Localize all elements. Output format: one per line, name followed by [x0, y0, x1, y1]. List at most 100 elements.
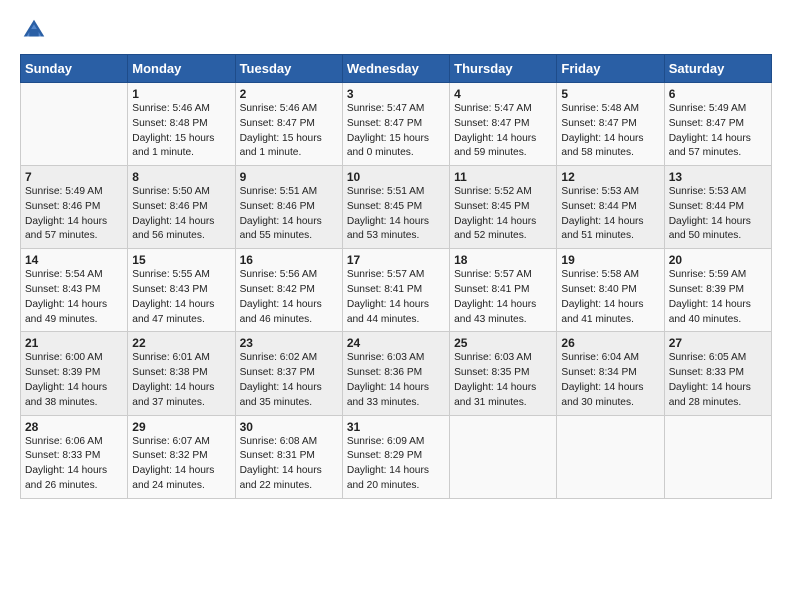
day-number: 16 — [240, 253, 338, 267]
daylight-line1: Daylight: 14 hours — [669, 215, 767, 230]
calendar-cell: 1Sunrise: 5:46 AMSunset: 8:48 PMDaylight… — [128, 83, 235, 166]
sunrise-text: Sunrise: 5:54 AM — [25, 268, 123, 283]
day-number: 3 — [347, 87, 445, 101]
daylight-line2: and 33 minutes. — [347, 396, 445, 411]
day-info: Sunrise: 5:50 AMSunset: 8:46 PMDaylight:… — [132, 185, 230, 244]
daylight-line2: and 26 minutes. — [25, 479, 123, 494]
sunset-text: Sunset: 8:41 PM — [347, 283, 445, 298]
daylight-line2: and 51 minutes. — [561, 229, 659, 244]
calendar-cell — [664, 415, 771, 498]
calendar-cell: 30Sunrise: 6:08 AMSunset: 8:31 PMDayligh… — [235, 415, 342, 498]
daylight-line2: and 20 minutes. — [347, 479, 445, 494]
daylight-line2: and 35 minutes. — [240, 396, 338, 411]
day-info: Sunrise: 5:51 AMSunset: 8:46 PMDaylight:… — [240, 185, 338, 244]
calendar-cell: 12Sunrise: 5:53 AMSunset: 8:44 PMDayligh… — [557, 166, 664, 249]
day-info: Sunrise: 5:56 AMSunset: 8:42 PMDaylight:… — [240, 268, 338, 327]
day-info: Sunrise: 5:47 AMSunset: 8:47 PMDaylight:… — [454, 102, 552, 161]
page-container: SundayMondayTuesdayWednesdayThursdayFrid… — [0, 0, 792, 509]
daylight-line1: Daylight: 15 hours — [347, 132, 445, 147]
daylight-line1: Daylight: 14 hours — [561, 132, 659, 147]
day-info: Sunrise: 5:54 AMSunset: 8:43 PMDaylight:… — [25, 268, 123, 327]
sunset-text: Sunset: 8:41 PM — [454, 283, 552, 298]
daylight-line1: Daylight: 14 hours — [347, 298, 445, 313]
col-header-sunday: Sunday — [21, 55, 128, 83]
calendar-cell: 5Sunrise: 5:48 AMSunset: 8:47 PMDaylight… — [557, 83, 664, 166]
sunset-text: Sunset: 8:33 PM — [25, 449, 123, 464]
day-info: Sunrise: 6:03 AMSunset: 8:35 PMDaylight:… — [454, 351, 552, 410]
daylight-line1: Daylight: 14 hours — [132, 464, 230, 479]
day-info: Sunrise: 6:09 AMSunset: 8:29 PMDaylight:… — [347, 435, 445, 494]
sunrise-text: Sunrise: 6:00 AM — [25, 351, 123, 366]
day-number: 2 — [240, 87, 338, 101]
daylight-line1: Daylight: 14 hours — [561, 381, 659, 396]
day-info: Sunrise: 5:53 AMSunset: 8:44 PMDaylight:… — [561, 185, 659, 244]
day-number: 31 — [347, 420, 445, 434]
sunrise-text: Sunrise: 5:59 AM — [669, 268, 767, 283]
daylight-line2: and 24 minutes. — [132, 479, 230, 494]
sunset-text: Sunset: 8:37 PM — [240, 366, 338, 381]
sunset-text: Sunset: 8:48 PM — [132, 117, 230, 132]
sunrise-text: Sunrise: 5:49 AM — [669, 102, 767, 117]
sunrise-text: Sunrise: 6:04 AM — [561, 351, 659, 366]
day-number: 26 — [561, 336, 659, 350]
day-info: Sunrise: 5:52 AMSunset: 8:45 PMDaylight:… — [454, 185, 552, 244]
daylight-line2: and 57 minutes. — [669, 146, 767, 161]
daylight-line1: Daylight: 14 hours — [240, 298, 338, 313]
calendar-cell: 26Sunrise: 6:04 AMSunset: 8:34 PMDayligh… — [557, 332, 664, 415]
day-info: Sunrise: 5:46 AMSunset: 8:48 PMDaylight:… — [132, 102, 230, 161]
sunrise-text: Sunrise: 5:55 AM — [132, 268, 230, 283]
day-info: Sunrise: 5:49 AMSunset: 8:46 PMDaylight:… — [25, 185, 123, 244]
day-info: Sunrise: 5:49 AMSunset: 8:47 PMDaylight:… — [669, 102, 767, 161]
sunset-text: Sunset: 8:44 PM — [561, 200, 659, 215]
sunrise-text: Sunrise: 5:53 AM — [561, 185, 659, 200]
day-number: 27 — [669, 336, 767, 350]
calendar-cell: 29Sunrise: 6:07 AMSunset: 8:32 PMDayligh… — [128, 415, 235, 498]
calendar-cell: 11Sunrise: 5:52 AMSunset: 8:45 PMDayligh… — [450, 166, 557, 249]
day-info: Sunrise: 6:06 AMSunset: 8:33 PMDaylight:… — [25, 435, 123, 494]
calendar-cell: 13Sunrise: 5:53 AMSunset: 8:44 PMDayligh… — [664, 166, 771, 249]
daylight-line2: and 31 minutes. — [454, 396, 552, 411]
day-number: 21 — [25, 336, 123, 350]
calendar-cell: 3Sunrise: 5:47 AMSunset: 8:47 PMDaylight… — [342, 83, 449, 166]
col-header-wednesday: Wednesday — [342, 55, 449, 83]
sunrise-text: Sunrise: 6:07 AM — [132, 435, 230, 450]
daylight-line2: and 22 minutes. — [240, 479, 338, 494]
day-number: 12 — [561, 170, 659, 184]
day-number: 5 — [561, 87, 659, 101]
daylight-line1: Daylight: 14 hours — [240, 464, 338, 479]
daylight-line2: and 52 minutes. — [454, 229, 552, 244]
sunrise-text: Sunrise: 5:49 AM — [25, 185, 123, 200]
day-info: Sunrise: 5:55 AMSunset: 8:43 PMDaylight:… — [132, 268, 230, 327]
day-number: 24 — [347, 336, 445, 350]
daylight-line1: Daylight: 14 hours — [454, 298, 552, 313]
calendar-week-3: 14Sunrise: 5:54 AMSunset: 8:43 PMDayligh… — [21, 249, 772, 332]
day-info: Sunrise: 6:01 AMSunset: 8:38 PMDaylight:… — [132, 351, 230, 410]
day-info: Sunrise: 6:05 AMSunset: 8:33 PMDaylight:… — [669, 351, 767, 410]
daylight-line2: and 0 minutes. — [347, 146, 445, 161]
calendar-cell: 18Sunrise: 5:57 AMSunset: 8:41 PMDayligh… — [450, 249, 557, 332]
sunrise-text: Sunrise: 5:46 AM — [132, 102, 230, 117]
day-info: Sunrise: 6:00 AMSunset: 8:39 PMDaylight:… — [25, 351, 123, 410]
daylight-line2: and 43 minutes. — [454, 313, 552, 328]
calendar-cell: 24Sunrise: 6:03 AMSunset: 8:36 PMDayligh… — [342, 332, 449, 415]
daylight-line2: and 50 minutes. — [669, 229, 767, 244]
daylight-line1: Daylight: 14 hours — [132, 381, 230, 396]
day-number: 28 — [25, 420, 123, 434]
calendar-cell: 27Sunrise: 6:05 AMSunset: 8:33 PMDayligh… — [664, 332, 771, 415]
sunset-text: Sunset: 8:42 PM — [240, 283, 338, 298]
daylight-line2: and 58 minutes. — [561, 146, 659, 161]
daylight-line2: and 49 minutes. — [25, 313, 123, 328]
sunset-text: Sunset: 8:43 PM — [132, 283, 230, 298]
daylight-line1: Daylight: 15 hours — [240, 132, 338, 147]
daylight-line2: and 56 minutes. — [132, 229, 230, 244]
daylight-line2: and 57 minutes. — [25, 229, 123, 244]
sunrise-text: Sunrise: 5:53 AM — [669, 185, 767, 200]
sunset-text: Sunset: 8:43 PM — [25, 283, 123, 298]
daylight-line2: and 53 minutes. — [347, 229, 445, 244]
daylight-line2: and 47 minutes. — [132, 313, 230, 328]
day-number: 11 — [454, 170, 552, 184]
day-info: Sunrise: 5:47 AMSunset: 8:47 PMDaylight:… — [347, 102, 445, 161]
sunset-text: Sunset: 8:44 PM — [669, 200, 767, 215]
sunset-text: Sunset: 8:45 PM — [347, 200, 445, 215]
sunrise-text: Sunrise: 6:09 AM — [347, 435, 445, 450]
